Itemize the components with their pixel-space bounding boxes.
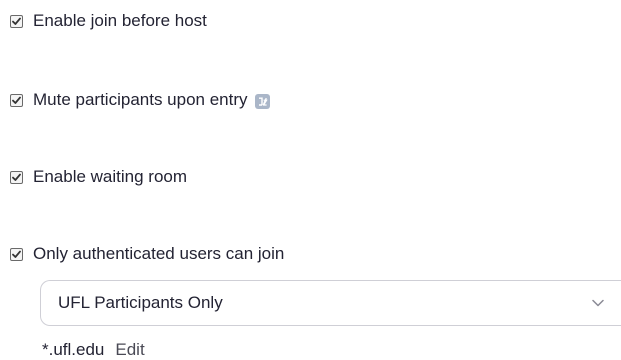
waiting-room-label: Enable waiting room [33,167,188,186]
authenticated-users-label: Only authenticated users can join [33,244,285,263]
option-join-before-host[interactable]: Enable join before host [10,9,207,33]
option-mute-upon-entry[interactable]: Mute participants upon entry [10,88,270,112]
edit-domain-link[interactable]: Edit [115,339,144,360]
checkmark-icon [12,17,21,25]
option-waiting-room[interactable]: Enable waiting room [10,165,187,189]
chevron-down-icon [592,299,604,307]
mute-upon-entry-checkbox[interactable] [10,93,23,107]
meeting-settings-panel: Enable join before host Mute participant… [0,0,621,360]
authentication-profile-select[interactable]: UFL Participants Only [40,280,621,326]
join-before-host-checkbox[interactable] [10,14,23,28]
option-authenticated-users[interactable]: Only authenticated users can join [10,242,284,266]
allowed-domain: *.ufl.edu [42,340,105,359]
authenticated-users-checkbox[interactable] [10,247,23,261]
mute-upon-entry-label: Mute participants upon entry [33,90,248,109]
waiting-room-checkbox[interactable] [10,170,23,184]
checkmark-icon [12,173,21,181]
select-value: UFL Participants Only [58,293,223,312]
checkmark-icon [12,250,21,258]
info-icon[interactable] [254,93,270,109]
allowed-domain-row: *.ufl.edu Edit [42,339,145,360]
checkmark-icon [12,96,21,104]
join-before-host-label: Enable join before host [33,11,207,30]
